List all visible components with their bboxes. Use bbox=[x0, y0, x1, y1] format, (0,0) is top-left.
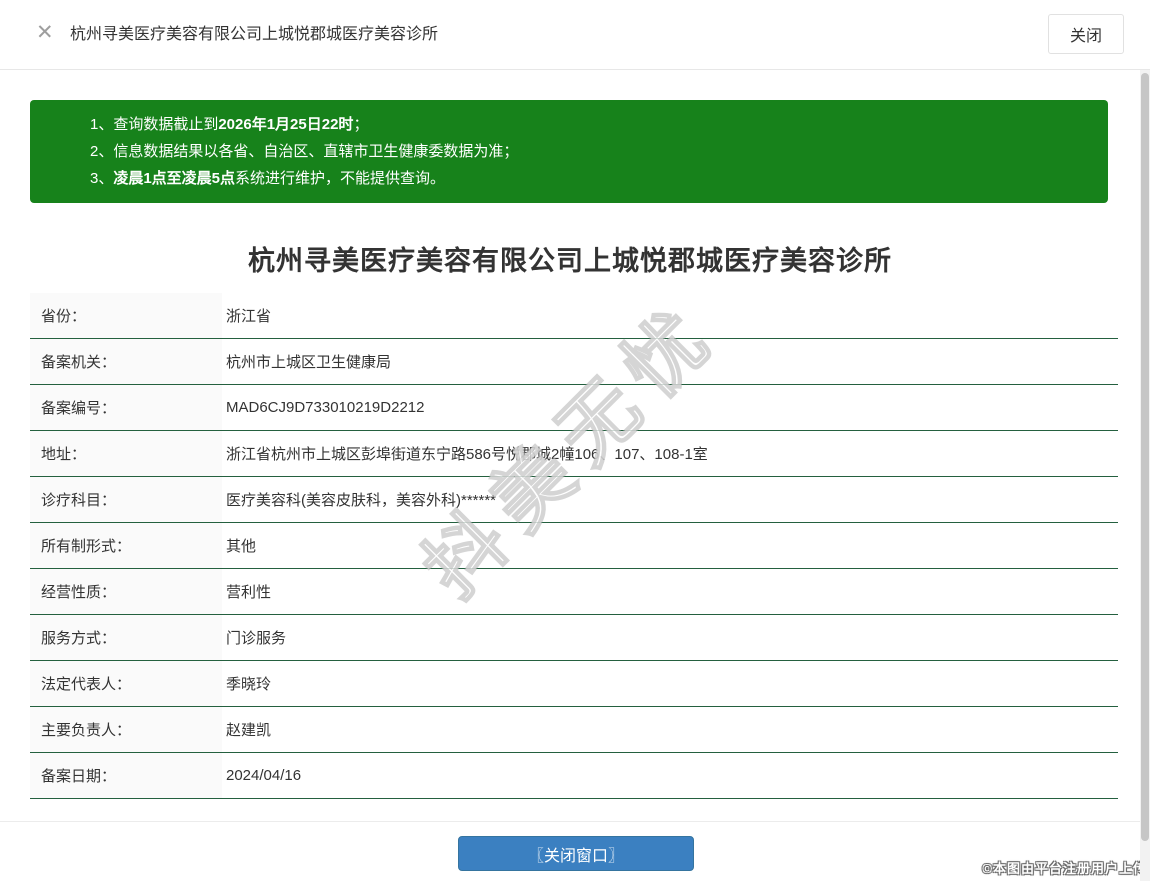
field-value: 医疗美容科(美容皮肤科，美容外科)****** bbox=[226, 492, 497, 509]
table-row-filing-authority: 备案机关： 杭州市上城区卫生健康局 bbox=[30, 339, 1118, 385]
notice-line-2: 2、信息数据结果以各省、自治区、直辖市卫生健康委数据为准； bbox=[90, 138, 1088, 165]
modal-header: ✕ 杭州寻美医疗美容有限公司上城悦郡城医疗美容诊所 关闭 bbox=[0, 0, 1150, 70]
bottom-divider bbox=[0, 821, 1150, 822]
scrollbar-thumb[interactable] bbox=[1141, 73, 1149, 841]
field-label: 备案编号： bbox=[30, 385, 222, 430]
notice-line-3: 3、凌晨1点至凌晨5点系统进行维护，不能提供查询。 bbox=[90, 165, 1088, 192]
notice-box: 1、查询数据截止到2026年1月25日22时； 2、信息数据结果以各省、自治区、… bbox=[30, 100, 1108, 203]
table-row-province: 省份： 浙江省 bbox=[30, 293, 1118, 339]
notice-line-1: 1、查询数据截止到2026年1月25日22时； bbox=[90, 111, 1088, 138]
notice-text: 1、查询数据截止到 bbox=[90, 116, 219, 133]
table-row-medical-subjects: 诊疗科目： 医疗美容科(美容皮肤科，美容外科)****** bbox=[30, 477, 1118, 523]
notice-text: ； bbox=[353, 116, 369, 133]
field-value: 赵建凯 bbox=[226, 722, 272, 739]
field-value: 营利性 bbox=[226, 584, 272, 601]
header-title: 杭州寻美医疗美容有限公司上城悦郡城医疗美容诊所 bbox=[70, 26, 439, 43]
field-label: 省份： bbox=[30, 293, 222, 338]
close-window-button[interactable]: 〖关闭窗口〗 bbox=[458, 836, 694, 871]
field-value: 杭州市上城区卫生健康局 bbox=[226, 354, 392, 371]
field-value: MAD6CJ9D733010219D2212 bbox=[226, 399, 425, 416]
table-row-filing-date: 备案日期： 2024/04/16 bbox=[30, 753, 1118, 799]
close-button[interactable]: 关闭 bbox=[1048, 14, 1124, 54]
field-label: 经营性质： bbox=[30, 569, 222, 614]
field-label: 所有制形式： bbox=[30, 523, 222, 568]
field-label: 备案机关： bbox=[30, 339, 222, 384]
table-row-operating-nature: 经营性质： 营利性 bbox=[30, 569, 1118, 615]
copyright-stamp: ©本图由平台注册用户上传 bbox=[982, 861, 1147, 876]
notice-bold-text: 凌晨1点至凌晨5点 bbox=[113, 170, 236, 187]
field-label: 地址： bbox=[30, 431, 222, 476]
notice-text: 3、 bbox=[90, 170, 114, 187]
table-row-service-mode: 服务方式： 门诊服务 bbox=[30, 615, 1118, 661]
notice-text: 2、信息数据结果以各省、自治区、直辖市卫生健康委数据为准； bbox=[90, 143, 519, 160]
page-title: 杭州寻美医疗美容有限公司上城悦郡城医疗美容诊所 bbox=[248, 246, 892, 276]
close-x-icon[interactable]: ✕ bbox=[36, 22, 54, 43]
table-row-main-person-in-charge: 主要负责人： 赵建凯 bbox=[30, 707, 1118, 753]
vertical-scrollbar[interactable] bbox=[1140, 70, 1150, 881]
field-value: 其他 bbox=[226, 538, 257, 555]
field-label: 服务方式： bbox=[30, 615, 222, 660]
table-row-address: 地址： 浙江省杭州市上城区彭埠街道东宁路586号悦郡城2幢106、107、108… bbox=[30, 431, 1118, 477]
field-value: 2024/04/16 bbox=[226, 767, 302, 784]
notice-bold-text: 2026年1月25日22时 bbox=[218, 116, 354, 133]
field-label: 法定代表人： bbox=[30, 661, 222, 706]
field-label: 主要负责人： bbox=[30, 707, 222, 752]
table-row-ownership-form: 所有制形式： 其他 bbox=[30, 523, 1118, 569]
registration-info-table: 省份： 浙江省 备案机关： 杭州市上城区卫生健康局 备案编号： MAD6CJ9D… bbox=[30, 293, 1118, 799]
table-row-filing-number: 备案编号： MAD6CJ9D733010219D2212 bbox=[30, 385, 1118, 431]
field-label: 备案日期： bbox=[30, 753, 222, 798]
table-row-legal-representative: 法定代表人： 季晓玲 bbox=[30, 661, 1118, 707]
field-value: 浙江省杭州市上城区彭埠街道东宁路586号悦郡城2幢106、107、108-1室 bbox=[226, 446, 708, 463]
field-value: 季晓玲 bbox=[226, 676, 272, 693]
notice-text: 系统进行维护，不能提供查询。 bbox=[235, 170, 446, 187]
field-label: 诊疗科目： bbox=[30, 477, 222, 522]
field-value: 浙江省 bbox=[226, 308, 272, 325]
field-value: 门诊服务 bbox=[226, 630, 287, 647]
